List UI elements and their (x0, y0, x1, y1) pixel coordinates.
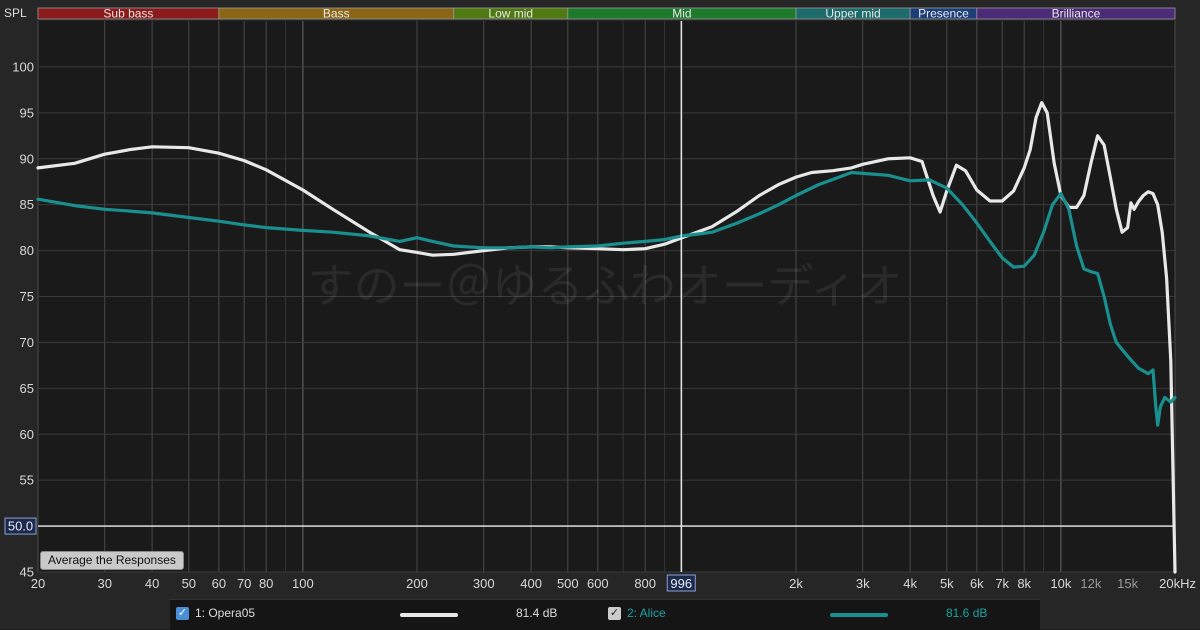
y-tick-label-75: 75 (20, 289, 34, 304)
x-tick-label-12k: 12k (1080, 576, 1101, 591)
legend-label-opera05: 1: Opera05 (195, 606, 256, 620)
band-label-sub-bass: Sub bass (103, 7, 153, 21)
legend-swatch-opera05 (400, 613, 458, 617)
x-tick-label-7k: 7k (995, 576, 1009, 591)
x-tick-label-20kHz: 20kHz (1159, 576, 1196, 591)
y-tick-label-65: 65 (20, 381, 34, 396)
y-tick-label-55: 55 (20, 473, 34, 488)
band-label-upper-mid: Upper mid (825, 7, 880, 21)
x-tick-label-3k: 3k (856, 576, 870, 591)
legend-item-opera05[interactable]: ✓ 1: Opera05 (176, 606, 255, 620)
legend-bar: ✓ 1: Opera05 81.4 dB ✓ 2: Alice 81.6 dB (170, 599, 1040, 630)
frequency-bands: Sub bass Bass Low mid Mid Upper mid Presence B… (37, 7, 1176, 21)
x-tick-label-6k: 6k (970, 576, 984, 591)
x-tick-label-60: 60 (212, 576, 226, 591)
x-tick-label-600: 600 (587, 576, 609, 591)
average-responses-button[interactable]: Average the Responses (40, 551, 184, 570)
legend-level-alice: 81.6 dB (946, 606, 988, 620)
band-label-presence: Presence (918, 7, 969, 21)
legend-swatch-alice (830, 613, 888, 617)
cursor-spl-label: 50.0 (8, 519, 33, 534)
x-tick-label-100: 100 (292, 576, 314, 591)
x-tick-label-4k: 4k (903, 576, 917, 591)
x-tick-label-8k: 8k (1017, 576, 1031, 591)
y-tick-label-90: 90 (20, 151, 34, 166)
x-tick-label-400: 400 (520, 576, 542, 591)
x-tick-label-40: 40 (145, 576, 159, 591)
y-tick-label-100: 100 (12, 59, 34, 74)
x-tick-label-30: 30 (98, 576, 112, 591)
checkbox-opera05[interactable]: ✓ (176, 606, 189, 620)
x-tick-label-50: 50 (182, 576, 196, 591)
x-tick-label-800: 800 (634, 576, 656, 591)
watermark: すのー＠ゆるふわオーディオ (308, 259, 903, 313)
y-tick-label-95: 95 (20, 105, 34, 120)
cursor-frequency-label: 996 (670, 576, 692, 591)
frequency-response-chart: Sub bass Bass Low mid Mid Upper mid Presence B… (0, 0, 1200, 629)
x-tick-label-5k: 5k (940, 576, 954, 591)
legend-label-alice: 2: Alice (627, 606, 666, 620)
y-tick-label-70: 70 (20, 335, 34, 350)
legend-level-opera05: 81.4 dB (516, 606, 558, 620)
x-tick-label-10k: 10k (1050, 576, 1071, 591)
legend-item-alice[interactable]: ✓ 2: Alice (608, 606, 666, 620)
x-tick-label-300: 300 (473, 576, 495, 591)
band-label-mid: Mid (672, 7, 691, 21)
band-label-low-mid: Low mid (488, 7, 533, 21)
x-tick-label-2k: 2k (789, 576, 803, 591)
spl-axis-label: SPL (4, 6, 27, 20)
y-tick-label-60: 60 (20, 427, 34, 442)
x-tick-label-15k: 15k (1117, 576, 1138, 591)
y-tick-label-80: 80 (20, 243, 34, 258)
x-tick-label-500: 500 (557, 576, 579, 591)
y-tick-label-85: 85 (20, 197, 34, 212)
x-tick-label-70: 70 (237, 576, 251, 591)
checkbox-alice[interactable]: ✓ (608, 606, 621, 620)
x-tick-label-20: 20 (31, 576, 45, 591)
band-label-bass: Bass (323, 7, 350, 21)
band-label-brilliance: Brilliance (1052, 7, 1101, 21)
x-tick-label-200: 200 (406, 576, 428, 591)
x-tick-label-80: 80 (259, 576, 273, 591)
